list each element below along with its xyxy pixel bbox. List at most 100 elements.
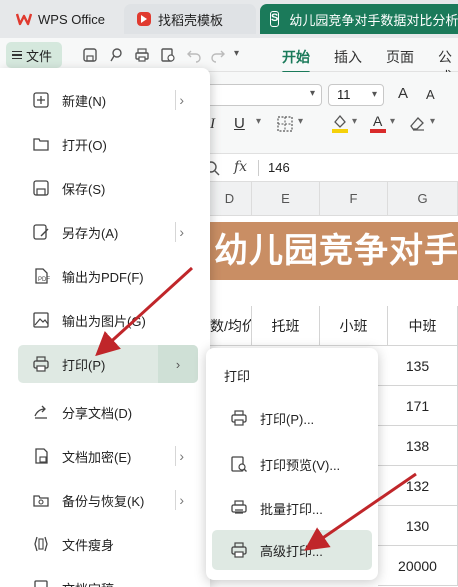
- lock-icon: [30, 445, 52, 467]
- table-cell-g[interactable]: 20000: [378, 546, 458, 586]
- menu-item-label: 文档加密(E): [62, 449, 132, 465]
- submenu-item-label: 打印预览(V)...: [260, 457, 341, 473]
- backup-icon: [30, 489, 52, 511]
- chevron-right-icon[interactable]: ›: [158, 345, 198, 383]
- menu-item-new[interactable]: 新建(N) ›: [18, 81, 198, 119]
- column-header-g[interactable]: G: [388, 182, 458, 216]
- tab-wps-office[interactable]: WPS Office: [6, 4, 118, 34]
- menu-item-encrypt[interactable]: 文档加密(E) ›: [18, 437, 198, 475]
- underline-button[interactable]: U: [234, 115, 245, 132]
- title-tab-bar: WPS Office 找稻壳模板 S 幼儿园竞争对手数据对比分析1.x: [0, 0, 458, 38]
- submenu-title: 打印: [224, 369, 251, 384]
- undo-icon[interactable]: [186, 47, 202, 63]
- submenu-item-label: 高级打印...: [260, 543, 323, 559]
- submenu-item-print-preview[interactable]: 打印预览(V)...: [212, 444, 372, 484]
- chevron-down-icon: ▾: [309, 88, 315, 99]
- pdf-icon: PDF: [30, 265, 52, 287]
- submenu-item-advanced-print[interactable]: 高级打印...: [212, 530, 372, 570]
- menu-item-save-as[interactable]: 另存为(A) ›: [18, 213, 198, 251]
- svg-text:A: A: [373, 113, 383, 129]
- menu-item-label: 另存为(A): [62, 225, 119, 241]
- column-header-f[interactable]: F: [320, 182, 388, 216]
- table-header-cell[interactable]: 数/均价: [208, 306, 252, 346]
- print-icon[interactable]: [134, 47, 150, 63]
- fx-icon[interactable]: fx: [234, 159, 247, 175]
- menu-item-export-image[interactable]: 输出为图片(G): [18, 301, 198, 339]
- column-header-e[interactable]: E: [252, 182, 320, 216]
- table-header-cell[interactable]: 中班: [388, 306, 458, 346]
- table-cell-g[interactable]: 130: [378, 506, 458, 546]
- menu-item-label: 打印(P): [62, 357, 106, 373]
- wps-logo-icon: [16, 11, 32, 27]
- ribbon-tab-home[interactable]: 开始: [282, 47, 310, 74]
- border-icon[interactable]: [276, 115, 294, 133]
- menu-divider: [175, 446, 176, 466]
- column-header-d[interactable]: D: [208, 182, 252, 216]
- italic-button[interactable]: I: [210, 116, 215, 133]
- spreadsheet-icon: S: [270, 11, 280, 27]
- font-name-select[interactable]: ▾: [206, 84, 322, 106]
- submenu-item-label: 打印(P)...: [260, 411, 315, 427]
- quick-toolbar: 文件 ▾ 开始 插入 页面 公式: [0, 38, 458, 85]
- save-icon[interactable]: [82, 47, 98, 63]
- print-preview-icon[interactable]: [160, 47, 176, 63]
- menu-item-slim[interactable]: 文件瘦身: [18, 525, 198, 563]
- share-icon: [30, 401, 52, 423]
- tab-label: 找稻壳模板: [158, 12, 224, 28]
- new-file-icon: [30, 89, 52, 111]
- chevron-down-icon[interactable]: ▾: [256, 116, 261, 127]
- table-header-cell[interactable]: 托班: [252, 306, 320, 346]
- sheet-title-banner[interactable]: 幼儿园竞争对手: [208, 222, 458, 280]
- menu-item-label: 保存(S): [62, 181, 106, 197]
- submenu-item-print[interactable]: 打印(P)...: [212, 398, 372, 438]
- font-size-select[interactable]: 11 ▾: [328, 84, 384, 106]
- share-link-icon[interactable]: [108, 47, 124, 63]
- chevron-down-icon[interactable]: ▾: [234, 48, 250, 64]
- tab-current-spreadsheet[interactable]: S 幼儿园竞争对手数据对比分析1.x: [260, 4, 458, 34]
- fill-color-icon[interactable]: [330, 112, 350, 134]
- menu-item-open[interactable]: 打开(O): [18, 125, 198, 163]
- menu-divider: [175, 90, 176, 110]
- formula-separator: [258, 160, 259, 176]
- file-menu-button[interactable]: 文件: [6, 42, 62, 68]
- chevron-down-icon[interactable]: ▾: [298, 116, 303, 127]
- redo-icon[interactable]: [210, 47, 226, 63]
- printer-icon: [30, 353, 52, 375]
- menu-item-save[interactable]: 保存(S): [18, 169, 198, 207]
- menu-divider: [175, 222, 176, 242]
- folder-open-icon: [30, 133, 52, 155]
- menu-item-export-pdf[interactable]: PDF 输出为PDF(F): [18, 257, 198, 295]
- font-color-icon[interactable]: A: [368, 112, 388, 134]
- ribbon-tab-page[interactable]: 页面: [386, 47, 414, 67]
- grow-font-button[interactable]: A: [398, 85, 408, 102]
- table-cell-g[interactable]: 135: [378, 346, 458, 386]
- menu-item-finalize[interactable]: 文档定稿: [18, 569, 198, 587]
- print-submenu: 打印 打印(P)... 打印预览(V)... 批量打印... 高级打印...: [206, 348, 378, 580]
- formula-input[interactable]: 146: [268, 160, 290, 175]
- menu-item-backup[interactable]: 备份与恢复(K) ›: [18, 481, 198, 519]
- file-menu-label: 文件: [26, 48, 53, 64]
- chevron-down-icon[interactable]: ▾: [430, 116, 435, 127]
- menu-item-label: 输出为PDF(F): [62, 269, 144, 285]
- eraser-icon[interactable]: [408, 114, 426, 132]
- menu-item-label: 备份与恢复(K): [62, 493, 145, 509]
- chevron-right-icon: ›: [179, 492, 184, 508]
- menu-item-share[interactable]: 分享文档(D): [18, 393, 198, 431]
- save-as-icon: [30, 221, 52, 243]
- menu-item-print[interactable]: 打印(P) ›: [18, 345, 198, 383]
- tab-docer-templates[interactable]: 找稻壳模板: [124, 4, 256, 34]
- chevron-right-icon: ›: [179, 224, 184, 240]
- chevron-right-icon: ›: [179, 92, 184, 108]
- save-icon: [30, 177, 52, 199]
- submenu-item-batch-print[interactable]: 批量打印...: [212, 488, 372, 528]
- table-header-cell[interactable]: 小班: [320, 306, 388, 346]
- shrink-font-button[interactable]: A: [426, 87, 435, 102]
- menu-item-label: 新建(N): [62, 93, 107, 109]
- ribbon-tab-insert[interactable]: 插入: [334, 47, 362, 67]
- slim-icon: [30, 533, 52, 555]
- table-cell-g[interactable]: 138: [378, 426, 458, 466]
- table-cell-g[interactable]: 171: [378, 386, 458, 426]
- chevron-down-icon[interactable]: ▾: [352, 116, 357, 127]
- table-cell-g[interactable]: 132: [378, 466, 458, 506]
- chevron-down-icon[interactable]: ▾: [390, 116, 395, 127]
